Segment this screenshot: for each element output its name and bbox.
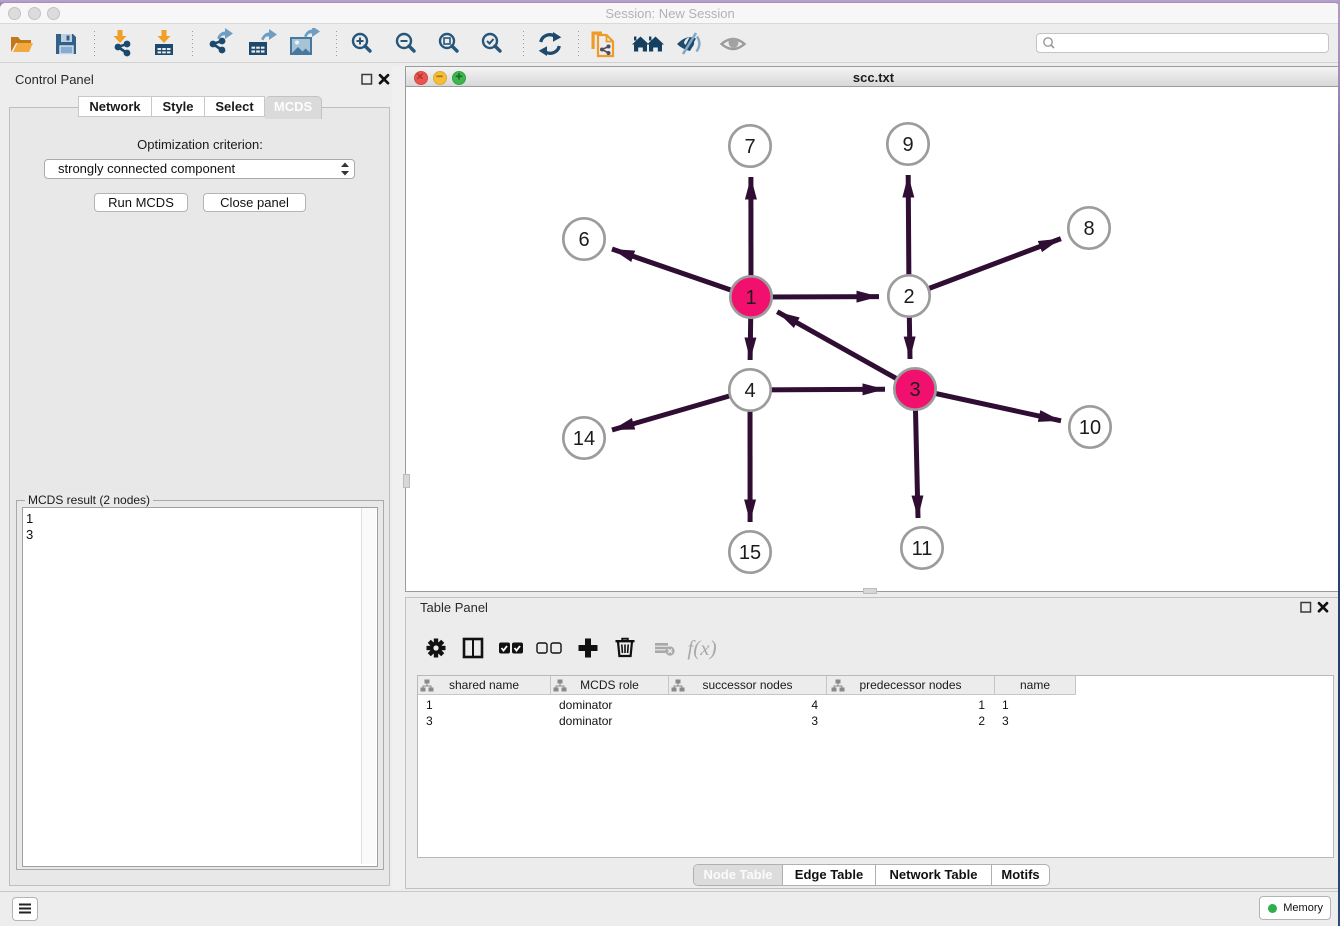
svg-text:6: 6 <box>578 229 589 251</box>
svg-text:14: 14 <box>573 428 595 450</box>
svg-text:3: 3 <box>909 379 920 401</box>
svg-text:9: 9 <box>902 134 913 156</box>
svg-text:15: 15 <box>739 542 761 564</box>
svg-text:8: 8 <box>1083 218 1094 240</box>
svg-text:11: 11 <box>912 538 933 560</box>
svg-text:10: 10 <box>1079 417 1101 439</box>
svg-text:1: 1 <box>745 287 756 309</box>
svg-text:7: 7 <box>744 136 755 158</box>
svg-text:2: 2 <box>903 286 914 308</box>
svg-text:4: 4 <box>744 380 755 402</box>
svg-text:f(x): f(x) <box>687 636 716 660</box>
